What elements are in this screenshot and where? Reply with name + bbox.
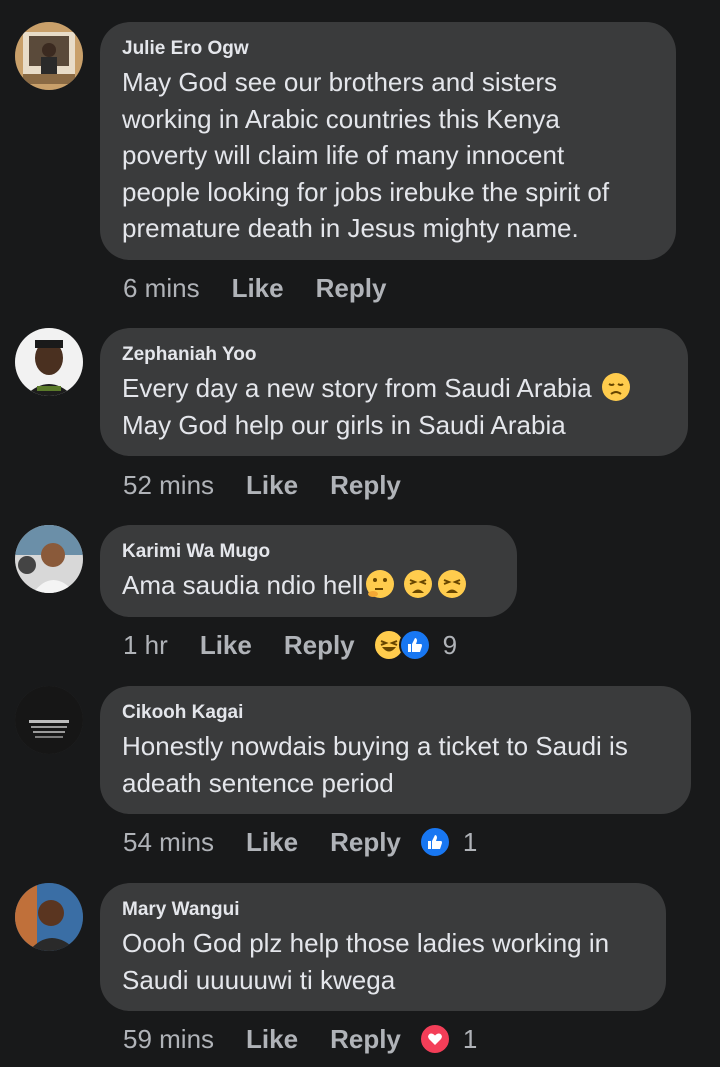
comment-text: Ama saudia ndio hell (122, 567, 495, 604)
comment-bubble: Julie Ero Ogw May God see our brothers a… (100, 22, 676, 260)
comment-actions: 54 mins Like Reply 1 (123, 825, 477, 859)
avatar[interactable] (15, 883, 83, 951)
comments-feed: Julie Ero Ogw May God see our brothers a… (0, 0, 720, 1067)
comment-author[interactable]: Julie Ero Ogw (122, 38, 654, 60)
reply-button[interactable]: Reply (330, 827, 401, 858)
weary-emoji-icon (404, 570, 433, 598)
love-reaction-icon (418, 1023, 451, 1055)
avatar[interactable] (15, 328, 83, 396)
comment-time[interactable]: 52 mins (123, 470, 214, 501)
reaction-count: 1 (462, 1023, 478, 1054)
weary-emoji-icon (438, 570, 467, 598)
comment-actions: 59 mins Like Reply 1 (123, 1022, 477, 1056)
like-reaction-icon (398, 629, 431, 661)
reply-button[interactable]: Reply (330, 1024, 401, 1055)
reply-button[interactable]: Reply (284, 630, 355, 661)
reply-button[interactable]: Reply (330, 470, 401, 501)
thinking-emoji-icon (366, 570, 395, 598)
like-button[interactable]: Like (246, 470, 298, 501)
comment-text: May God see our brothers and sisters wor… (122, 67, 610, 243)
comment-bubble: Mary Wangui Oooh God plz help those ladi… (100, 883, 666, 1011)
reaction-count: 9 (442, 629, 458, 660)
comment-author[interactable]: Mary Wangui (122, 899, 644, 921)
like-button[interactable]: Like (246, 1024, 298, 1055)
comment-bubble: Karimi Wa Mugo Ama saudia ndio hell (100, 525, 517, 617)
like-button[interactable]: Like (232, 273, 284, 304)
comment-time[interactable]: 1 hr (123, 630, 168, 661)
sad-emoji-icon (601, 373, 630, 401)
reaction-summary[interactable]: 1 (418, 826, 478, 858)
comment-actions: 52 mins Like Reply (123, 468, 419, 502)
comment-text: Oooh God plz help those ladies working i… (122, 928, 610, 995)
comment-actions: 1 hr Like Reply 9 (123, 628, 457, 662)
comment-text: Every day a new story from Saudi Arabia … (122, 370, 666, 443)
reaction-summary[interactable]: 1 (418, 1023, 478, 1055)
comment-bubble: Cikooh Kagai Honestly nowdais buying a t… (100, 686, 691, 814)
like-button[interactable]: Like (246, 827, 298, 858)
avatar[interactable] (15, 686, 83, 754)
reaction-summary[interactable]: 9 (372, 629, 458, 661)
avatar[interactable] (15, 22, 83, 90)
comment-time[interactable]: 54 mins (123, 827, 214, 858)
comment-bubble: Zephaniah Yoo Every day a new story from… (100, 328, 688, 456)
comment-text-body: Ama saudia ndio hell (122, 570, 364, 600)
comment-time[interactable]: 6 mins (123, 273, 200, 304)
comment-text-line: May God help our girls in Saudi Arabia (122, 409, 566, 440)
comment-time[interactable]: 59 mins (123, 1024, 214, 1055)
comment-text: Honestly nowdais buying a ticket to Saud… (122, 731, 628, 798)
reply-button[interactable]: Reply (316, 273, 387, 304)
avatar[interactable] (15, 525, 83, 593)
like-reaction-icon (418, 826, 451, 858)
comment-author[interactable]: Cikooh Kagai (122, 702, 669, 724)
like-button[interactable]: Like (200, 630, 252, 661)
comment-text-line: Every day a new story from Saudi Arabia (122, 373, 592, 403)
comment-actions: 6 mins Like Reply (123, 271, 404, 305)
comment-author[interactable]: Zephaniah Yoo (122, 344, 666, 366)
reaction-count: 1 (462, 826, 478, 857)
comment-author[interactable]: Karimi Wa Mugo (122, 541, 495, 563)
